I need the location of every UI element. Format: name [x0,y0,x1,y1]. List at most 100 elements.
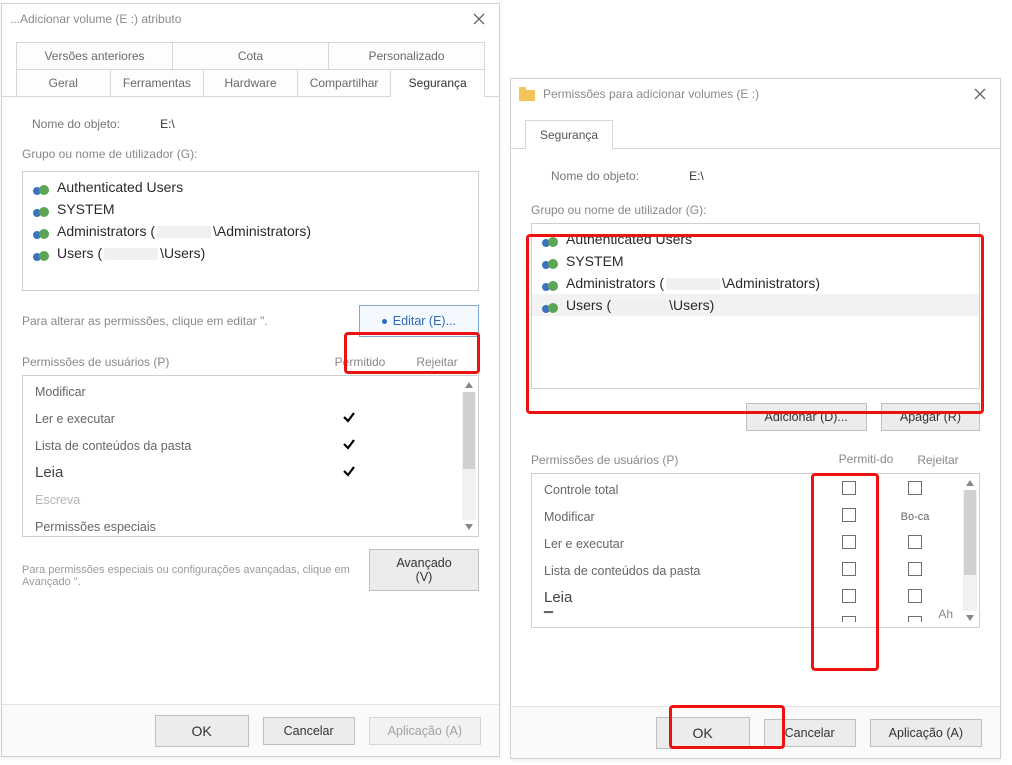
redacted-text [613,300,667,312]
list-item[interactable]: Users (\Users) [532,294,979,316]
tab-hardware[interactable]: Hardware [204,70,298,96]
allow-checkbox[interactable] [842,616,856,622]
users-icon [33,245,49,261]
allow-cell [314,437,384,454]
group-list-label: Grupo ou nome de utilizador (G): [531,189,980,223]
tab-previous-versions[interactable]: Versões anteriores [16,42,173,70]
deny-cell [879,562,951,579]
perm-row: Modificar [31,378,456,405]
close-icon[interactable] [966,83,994,105]
deny-checkbox[interactable] [908,589,922,603]
allow-checkbox[interactable] [842,562,856,576]
list-item[interactable]: Administrators (\Administrators) [532,272,979,294]
object-name-value: E:\ [160,117,175,131]
tab-strip: Versões anteriores Cota Personalizado Ge… [2,34,499,97]
cancel-button[interactable]: Cancelar [263,717,355,745]
permissions-box: Modificar Ler e executar Lista de conteú… [22,375,479,537]
perm-label: Escreva [31,493,314,507]
advanced-hint: Para permissões especiais ou configuraçõ… [22,552,369,588]
users-icon [33,201,49,217]
scrollbar[interactable] [963,476,977,625]
scroll-down-icon[interactable] [963,611,977,625]
deny-cell [879,535,951,552]
users-icon [33,179,49,195]
folder-icon [519,87,535,101]
perm-row: Lista de conteúdos da pasta [540,557,951,584]
list-item-label: Users (\Users) [57,245,205,261]
allow-cell [819,611,879,625]
allow-checkbox[interactable] [842,589,856,603]
redacted-text [157,226,211,238]
apply-button[interactable]: Aplicação (A) [369,717,481,745]
tab-custom[interactable]: Personalizado [329,42,485,70]
perm-row: Modificar Bo-ca [540,503,951,530]
scroll-up-icon[interactable] [963,476,977,490]
perm-label: Ler e executar [31,412,314,426]
perm-label: Ler e executar [540,537,819,551]
titlebar: ...Adicionar volume (E :) atributo [2,4,499,34]
list-item-label: Users (\Users) [566,297,714,313]
list-item[interactable]: Administrators (\Administrators) [23,220,478,242]
allow-checkbox[interactable] [842,508,856,522]
ok-button[interactable]: OK [155,715,249,747]
perm-label: Lista de conteúdos da pasta [540,564,819,578]
scroll-up-icon[interactable] [462,378,476,392]
dialog-footer: OK Cancelar Aplicação (A) [2,704,499,756]
tab-quota[interactable]: Cota [173,42,329,70]
scroll-thumb[interactable] [463,392,475,469]
allow-cell [819,562,879,579]
scroll-down-icon[interactable] [462,520,476,534]
titlebar: Permissões para adicionar volumes (E :) [511,79,1000,109]
tab-tools[interactable]: Ferramentas [111,70,205,96]
deny-cell: Bo-ca [879,509,951,524]
perm-row: Lista de conteúdos da pasta [31,432,456,459]
scroll-thumb[interactable] [964,490,976,575]
list-item-label: Authenticated Users [566,231,692,247]
list-item[interactable]: Authenticated Users [532,228,979,250]
list-item[interactable]: Users (\Users) [23,242,478,264]
apply-button[interactable]: Aplicação (A) [870,719,982,747]
perm-row: Escreva [31,486,456,513]
tab-sharing[interactable]: Compartilhar [298,70,392,96]
deny-cell [879,589,951,606]
check-icon [342,410,356,424]
allow-cell [819,508,879,525]
principals-listbox[interactable]: Authenticated Users SYSTEM Administrator… [531,223,980,389]
tab-security[interactable]: Segurança [391,70,485,96]
advanced-button[interactable]: Avançado (V) [369,549,479,591]
tab-strip: Segurança [511,109,1000,149]
deny-checkbox[interactable] [908,535,922,549]
window-title: ...Adicionar volume (E :) atributo [10,12,465,26]
group-list-label: Grupo ou nome de utilizador (G): [22,137,479,167]
redacted-text [666,278,720,290]
allow-checkbox[interactable] [842,481,856,495]
users-icon [542,231,558,247]
allow-checkbox[interactable] [842,535,856,549]
list-item[interactable]: Authenticated Users [23,176,478,198]
list-item[interactable]: SYSTEM [532,250,979,272]
list-item-label: Administrators (\Administrators) [57,223,311,239]
principals-listbox[interactable]: Authenticated Users SYSTEM Administrator… [22,171,479,291]
allow-cell [819,481,879,498]
ok-button[interactable]: OK [656,717,750,749]
allow-cell [819,589,879,606]
scrollbar[interactable] [462,378,476,534]
list-item[interactable]: SYSTEM [23,198,478,220]
remove-button[interactable]: Apagar (R) [881,403,980,431]
deny-checkbox[interactable] [908,616,922,622]
perm-label: Lista de conteúdos da pasta [31,439,314,453]
edit-button[interactable]: Editar (E)... [359,305,479,337]
deny-checkbox[interactable] [908,562,922,576]
users-icon [542,275,558,291]
deny-checkbox[interactable] [908,481,922,495]
tab-general[interactable]: Geral [16,70,111,96]
object-name-label: Nome do objeto: [551,169,639,183]
dialog-footer: OK Cancelar Aplicação (A) [511,706,1000,758]
close-icon[interactable] [465,8,493,30]
cancel-button[interactable]: Cancelar [764,719,856,747]
add-button[interactable]: Adicionar (D)... [746,403,867,431]
users-icon [542,253,558,269]
tab-security[interactable]: Segurança [525,120,613,149]
perm-label: Modificar [540,510,819,524]
perm-row: Ler e executar [540,530,951,557]
